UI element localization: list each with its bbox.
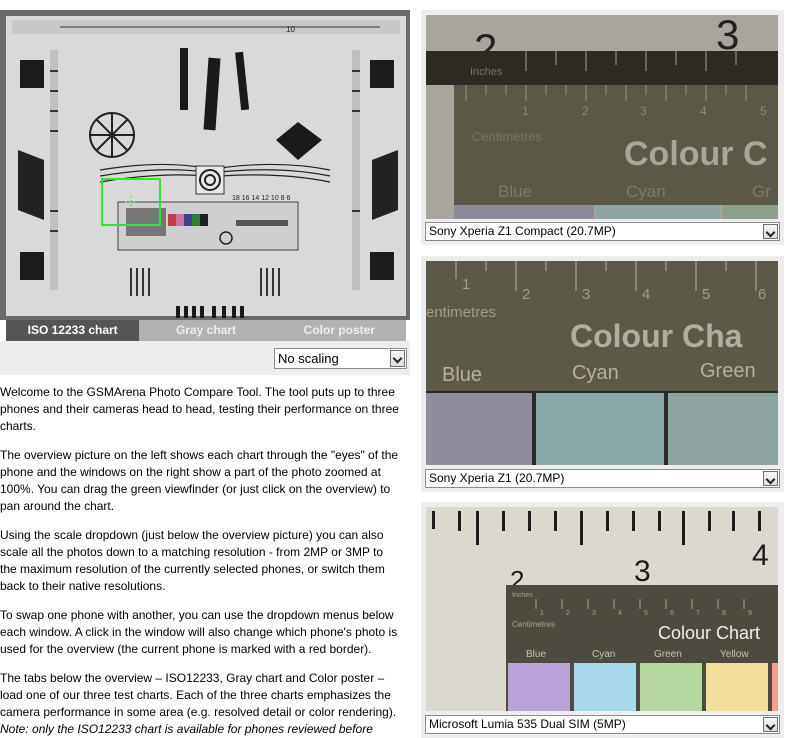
intro-paragraph: The overview picture on the left shows e… xyxy=(0,448,399,513)
swatch-label: Cyan xyxy=(592,649,615,660)
ruler-number: 7 xyxy=(696,610,700,617)
tab-gray-chart[interactable]: Gray chart xyxy=(139,320,273,341)
overview-picture[interactable]: 10 18 16 14 12 10 8 6 xyxy=(0,10,410,320)
swatch-label: Blue xyxy=(526,649,546,660)
ruler-number: 9 xyxy=(748,610,752,617)
ruler-number: 4 xyxy=(642,286,650,303)
swatch-label: Yellow xyxy=(720,649,749,660)
swatch-label: Cyan xyxy=(626,182,666,201)
chevron-down-icon[interactable] xyxy=(763,717,778,732)
scale-bar: No scaling xyxy=(0,341,410,375)
ruler-number: 6 xyxy=(670,610,674,617)
compare-panel-3: 3 4 2 Inches 1 2 3 4 5 6 7 8 9 Centimetr… xyxy=(421,502,784,738)
ruler-unit-top: Inches xyxy=(470,66,503,78)
intro-paragraph: To swap one phone with another, you can … xyxy=(0,608,398,656)
ruler-unit: Centimetres xyxy=(472,129,543,144)
chart-tabs: ISO 12233 chart Gray chart Color poster xyxy=(6,320,406,341)
phone-dropdown-value: Sony Xperia Z1 Compact (20.7MP) xyxy=(429,224,616,238)
chart-big-digit: 3 xyxy=(634,555,651,588)
ruler-number: 1 xyxy=(540,610,544,617)
compare-panel-2: 1 2 3 4 5 6 entimetres Colour Cha Blue C… xyxy=(421,256,784,492)
tab-color-poster[interactable]: Color poster xyxy=(272,320,406,341)
ruler-number: 1 xyxy=(522,104,529,118)
tab-iso-12233-chart[interactable]: ISO 12233 chart xyxy=(6,320,140,341)
scale-dropdown-value: No scaling xyxy=(278,351,339,366)
chart-big-digit: 4 xyxy=(752,539,769,572)
intro-paragraph: The tabs below the overview – ISO12233, … xyxy=(0,671,397,719)
swatch-label: Cyan xyxy=(572,362,619,384)
swatch-label: Blue xyxy=(442,364,482,386)
chevron-down-icon[interactable] xyxy=(390,350,405,367)
ruler-number: 5 xyxy=(644,610,648,617)
ruler-number: 8 xyxy=(722,610,726,617)
ruler-number: 3 xyxy=(592,610,596,617)
ruler-number: 2 xyxy=(522,286,530,303)
ruler-number: 3 xyxy=(640,104,647,118)
chevron-down-icon[interactable] xyxy=(763,471,778,486)
scale-dropdown[interactable]: No scaling xyxy=(274,348,407,369)
phone-dropdown-value: Sony Xperia Z1 (20.7MP) xyxy=(429,471,565,485)
zoom-window-2[interactable]: 1 2 3 4 5 6 entimetres Colour Cha Blue C… xyxy=(426,261,778,465)
colour-chart-title: Colour Chart xyxy=(658,623,760,643)
intro-paragraph: Using the scale dropdown (just below the… xyxy=(0,528,385,593)
zoom-window-1[interactable]: 2 3 Inches 1 2 3 4 5 Centimetres Colour … xyxy=(426,15,778,219)
colour-chart-title: Colour Cha xyxy=(570,318,743,354)
ruler-unit: entimetres xyxy=(426,304,496,321)
ruler-number: 1 xyxy=(462,276,470,293)
ruler-number: 6 xyxy=(758,286,766,303)
swatch-label: Green xyxy=(700,360,756,382)
colour-chart-title: Colour C xyxy=(624,135,768,173)
phone-dropdown-3[interactable]: Microsoft Lumia 535 Dual SIM (5MP) xyxy=(425,715,780,734)
ruler-number: 5 xyxy=(760,104,767,118)
intro-paragraph: Welcome to the GSMArena Photo Compare To… xyxy=(0,385,399,433)
swatch-label: Green xyxy=(654,649,682,660)
ruler-unit-top: Inches xyxy=(512,592,533,599)
intro-text: Welcome to the GSMArena Photo Compare To… xyxy=(0,384,402,738)
phone-dropdown-value: Microsoft Lumia 535 Dual SIM (5MP) xyxy=(429,717,626,731)
swatch-label: Blue xyxy=(498,182,532,201)
intro-note: Note: only the ISO12233 chart is availab… xyxy=(0,722,373,736)
ruler-number: 4 xyxy=(700,104,707,118)
phone-dropdown-2[interactable]: Sony Xperia Z1 (20.7MP) xyxy=(425,469,780,488)
phone-dropdown-1[interactable]: Sony Xperia Z1 Compact (20.7MP) xyxy=(425,222,780,241)
zoom-window-3[interactable]: 3 4 2 Inches 1 2 3 4 5 6 7 8 9 Centimetr… xyxy=(426,507,778,711)
mid-scale-label: 18 16 14 12 10 8 6 xyxy=(232,195,290,202)
top-scale-label: 10 xyxy=(286,25,295,34)
ruler-number: 2 xyxy=(582,104,589,118)
ruler-number: 5 xyxy=(702,286,710,303)
ruler-number: 2 xyxy=(566,610,570,617)
ruler-unit: Centimetres xyxy=(512,620,555,629)
ruler-number: 4 xyxy=(618,610,622,617)
compare-panel-1: 2 3 Inches 1 2 3 4 5 Centimetres Colour … xyxy=(421,10,784,245)
swatch-label: Gr xyxy=(752,182,771,201)
chevron-down-icon[interactable] xyxy=(763,224,778,239)
ruler-number: 3 xyxy=(582,286,590,303)
